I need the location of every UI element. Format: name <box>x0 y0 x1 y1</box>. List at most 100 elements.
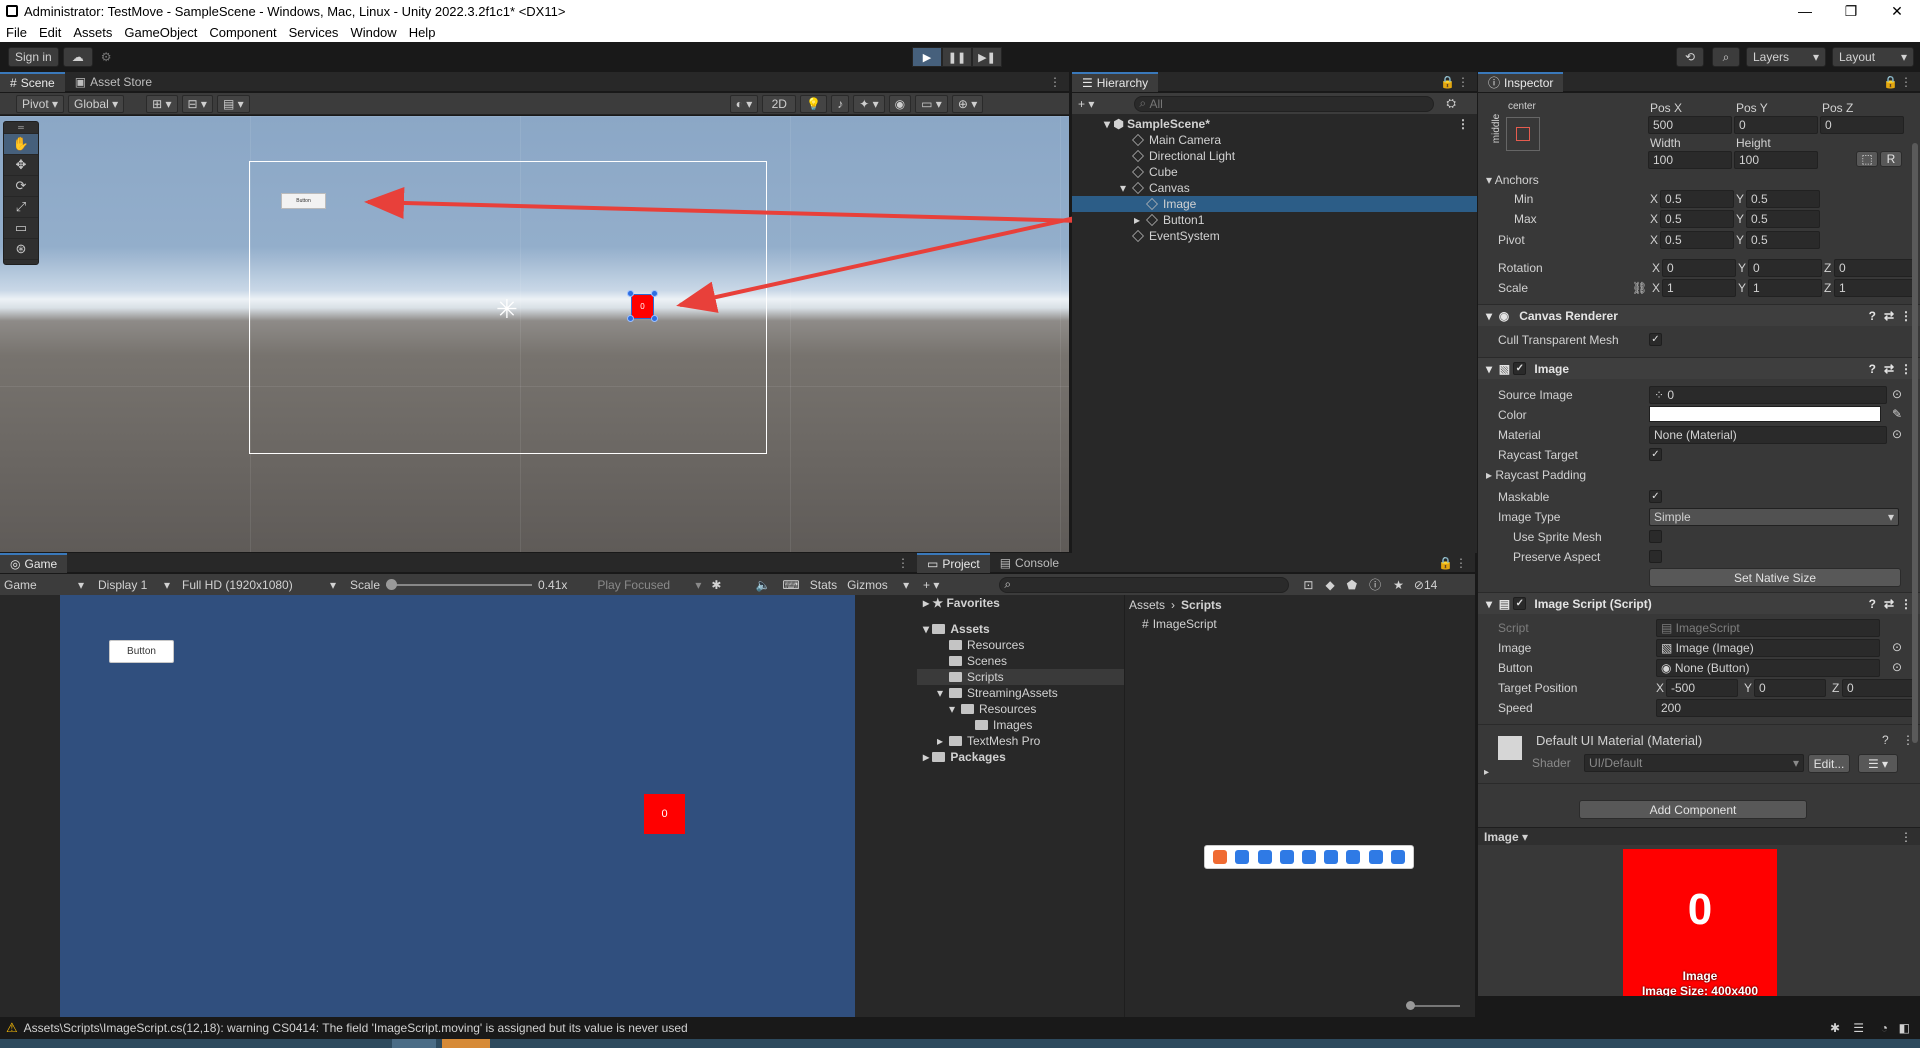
bug-icon[interactable]: ✱ <box>1830 1021 1840 1035</box>
hierarchy-item-canvas[interactable]: ▾ Canvas <box>1072 180 1477 196</box>
maskable-checkbox[interactable]: ✓ <box>1649 490 1662 503</box>
scale-y-field[interactable]: 1 <box>1748 279 1822 297</box>
rotation-x-field[interactable]: 0 <box>1662 259 1736 277</box>
assets-root-row[interactable]: ▾ Assets <box>917 621 1124 637</box>
raycast-target-checkbox[interactable]: ✓ <box>1649 448 1662 461</box>
ime-logo-icon[interactable] <box>1213 850 1228 864</box>
taskbar-item[interactable] <box>392 1039 436 1048</box>
game-viewport[interactable]: Button 0 <box>0 595 917 1017</box>
search-by-label-icon[interactable]: ◆ <box>1325 578 1334 592</box>
target-z-field[interactable]: 0 <box>1842 679 1914 697</box>
raw-edit-button[interactable]: R <box>1880 151 1902 167</box>
object-picker-icon[interactable]: ⊙ <box>1892 387 1902 401</box>
anchor-max-x-field[interactable]: 0.5 <box>1660 210 1734 228</box>
favorites-row[interactable]: ▸ ★ Favorites <box>917 595 1124 611</box>
scale-z-field[interactable]: 1 <box>1834 279 1914 297</box>
ime-keyboard-icon[interactable] <box>1301 850 1316 864</box>
mute-icon[interactable]: 🔈 <box>755 578 770 592</box>
help-icon[interactable]: ? <box>1869 362 1876 376</box>
play-focused-dropdown[interactable]: Play Focused ▾ <box>597 578 701 592</box>
hierarchy-search-input[interactable]: ⌕ All <box>1134 95 1435 112</box>
scale-slider-knob[interactable] <box>386 578 398 590</box>
scene-root-row[interactable]: ▾ ⬢ SampleScene* ⋮ <box>1072 116 1477 132</box>
object-picker-icon[interactable]: ⊙ <box>1892 640 1902 654</box>
lock-icon[interactable]: 🔒 <box>1883 75 1898 89</box>
progress-icon[interactable]: ◔ <box>1881 1021 1888 1035</box>
edit-shader-button[interactable]: Edit... <box>1808 754 1850 773</box>
game-mode-dropdown[interactable]: Game ▾ <box>0 578 88 592</box>
ime-user-icon[interactable] <box>1324 850 1339 864</box>
color-swatch[interactable] <box>1649 406 1881 422</box>
set-native-size-button[interactable]: Set Native Size <box>1649 568 1901 587</box>
tab-project[interactable]: ▭ Project <box>917 552 990 573</box>
eyedropper-icon[interactable]: ✎ <box>1892 407 1902 421</box>
target-y-field[interactable]: 0 <box>1754 679 1826 697</box>
object-picker-icon[interactable]: ⊙ <box>1892 427 1902 441</box>
image-script-enabled-checkbox[interactable]: ✓ <box>1513 597 1527 610</box>
target-x-field[interactable]: -500 <box>1666 679 1738 697</box>
hierarchy-item-directional-light[interactable]: Directional Light <box>1072 148 1477 164</box>
rotation-z-field[interactable]: 0 <box>1834 259 1914 277</box>
keyboard-icon[interactable]: ⌨ <box>782 578 799 592</box>
more-icon[interactable]: ⋮ <box>897 556 909 570</box>
folder-images[interactable]: Images <box>917 717 1124 733</box>
image-type-dropdown[interactable]: Simple ▾ <box>1649 508 1899 526</box>
scale-x-field[interactable]: 1 <box>1662 279 1736 297</box>
breadcrumb-scripts[interactable]: Scripts <box>1181 598 1222 612</box>
ime-chinese-icon[interactable] <box>1235 850 1250 864</box>
anchors-foldout[interactable]: ▾ Anchors <box>1486 173 1539 187</box>
tab-hierarchy[interactable]: ☰ Hierarchy <box>1072 71 1159 92</box>
ime-punctuation-icon[interactable] <box>1279 850 1294 864</box>
pos-z-field[interactable]: 0 <box>1820 116 1904 134</box>
more-icon[interactable]: ⋮ <box>1900 362 1912 376</box>
shader-options-icon[interactable]: ☰ ▾ <box>1858 754 1898 773</box>
folder-scripts[interactable]: Scripts <box>917 669 1124 685</box>
folder-streaming-resources[interactable]: ▾ Resources <box>917 701 1124 717</box>
help-icon[interactable]: ? <box>1869 309 1876 323</box>
preview-header[interactable]: Image ▾ ⋮ <box>1478 827 1920 845</box>
lock-icon[interactable]: 🔒 <box>1440 75 1455 89</box>
blueprint-mode-icon[interactable]: ⬚ <box>1856 151 1878 167</box>
button-reference-field[interactable]: ◉ None (Button) <box>1656 659 1880 677</box>
status-message[interactable]: Assets\Scripts\ImageScript.cs(12,18): wa… <box>24 1021 688 1035</box>
folder-scenes[interactable]: Scenes <box>917 653 1124 669</box>
hierarchy-item-eventsystem[interactable]: EventSystem <box>1072 228 1477 244</box>
more-icon[interactable]: ⋮ <box>1457 75 1469 89</box>
add-icon[interactable]: + ▾ <box>923 578 939 592</box>
preset-icon[interactable]: ⇄ <box>1884 309 1894 323</box>
hidden-packages-icon[interactable]: ⊘ <box>1414 578 1424 592</box>
object-picker-icon[interactable]: ⊙ <box>1892 660 1902 674</box>
more-icon[interactable]: ⋮ <box>1900 830 1912 844</box>
height-field[interactable]: 100 <box>1734 151 1818 169</box>
constrain-link-icon[interactable]: ⛓ <box>1632 281 1647 295</box>
anchor-min-y-field[interactable]: 0.5 <box>1746 190 1820 208</box>
search-by-type-icon[interactable]: ⊡ <box>1303 578 1313 592</box>
hierarchy-item-main-camera[interactable]: Main Camera <box>1072 132 1477 148</box>
pivot-x-field[interactable]: 0.5 <box>1660 231 1734 249</box>
folder-streamingassets[interactable]: ▾ StreamingAssets <box>917 685 1124 701</box>
more-icon[interactable]: ⋮ <box>1457 117 1469 131</box>
display-dropdown[interactable]: Display 1 ▾ <box>94 578 174 592</box>
filter-icon[interactable]: ⛭ <box>1446 96 1456 111</box>
ime-simplified-icon[interactable] <box>1346 850 1361 864</box>
folder-textmesh-pro[interactable]: ▸ TextMesh Pro <box>917 733 1124 749</box>
hierarchy-item-button1[interactable]: ▸ Button1 <box>1072 212 1477 228</box>
pos-x-field[interactable]: 500 <box>1648 116 1732 134</box>
resolution-dropdown[interactable]: Full HD (1920x1080) ▾ <box>178 578 340 592</box>
bug-icon[interactable]: ✱ <box>711 578 721 592</box>
inspector-scrollbar[interactable] <box>1912 143 1918 743</box>
cull-transparent-checkbox[interactable]: ✓ <box>1649 333 1662 346</box>
favorite-icon[interactable]: ★ <box>1393 578 1404 592</box>
more-icon[interactable]: ⋮ <box>1900 75 1912 89</box>
preset-icon[interactable]: ⇄ <box>1884 597 1894 611</box>
gizmos-dropdown[interactable]: Gizmos ▾ <box>847 578 909 592</box>
pivot-y-field[interactable]: 0.5 <box>1746 231 1820 249</box>
file-imagescript[interactable]: # ImageScript <box>1142 616 1217 632</box>
icon-size-knob[interactable] <box>1406 1001 1415 1010</box>
speed-field[interactable]: 200 <box>1656 699 1914 717</box>
ime-moon-icon[interactable] <box>1257 850 1272 864</box>
ime-skin-icon[interactable] <box>1368 850 1383 864</box>
project-search-input[interactable]: ⌕ <box>999 576 1290 593</box>
add-icon[interactable]: + ▾ <box>1078 97 1094 111</box>
folder-resources[interactable]: Resources <box>917 637 1124 653</box>
